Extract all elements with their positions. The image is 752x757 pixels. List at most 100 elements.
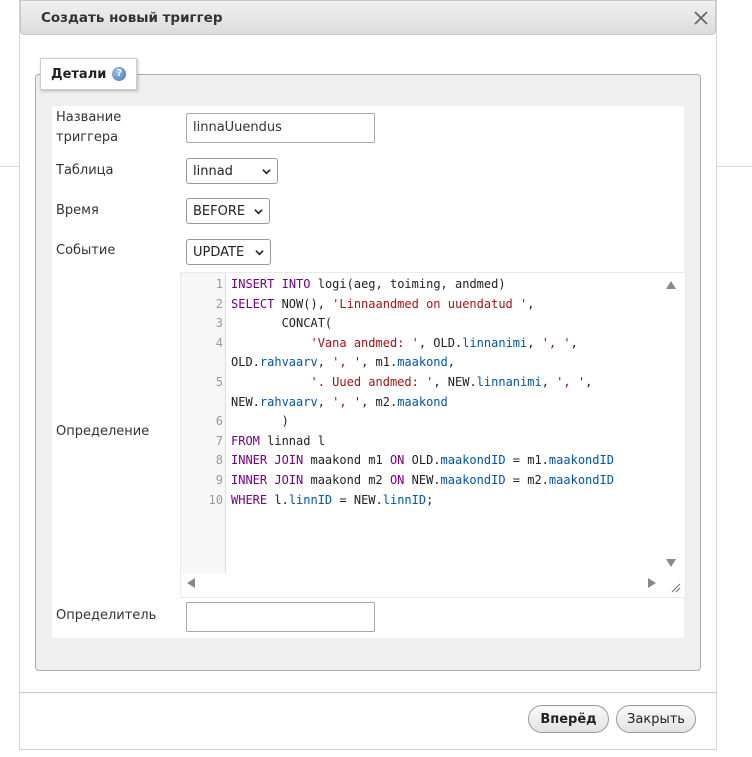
resize-handle-icon[interactable] <box>670 582 681 593</box>
code-token: SELECT <box>231 296 275 311</box>
code-token: OLD. <box>231 355 260 370</box>
event-label: Событие <box>56 243 116 258</box>
code-token: , <box>527 296 535 311</box>
code-line: NEW.rahvaarv, ', ', m2.maakond <box>231 393 448 413</box>
code-token: FROM <box>231 433 260 448</box>
dialog-title: Создать новый триггер <box>41 10 223 26</box>
code-token: linnID <box>382 492 427 507</box>
code-token: ) <box>231 414 289 429</box>
code-line: ) <box>231 412 289 432</box>
code-token: '. Uued andmed: ' <box>310 375 434 389</box>
code-token: linnanimi <box>462 335 528 350</box>
code-token: ; <box>426 492 434 507</box>
code-token: CONCAT( <box>231 316 333 331</box>
code-token: , <box>317 355 333 370</box>
code-line: CONCAT( <box>231 314 333 334</box>
code-token: , OLD. <box>418 335 463 350</box>
code-token: maakondID <box>548 453 614 468</box>
time-label: Время <box>56 203 99 218</box>
scroll-right-arrow-icon[interactable] <box>647 577 657 589</box>
scroll-up-arrow-icon[interactable] <box>665 280 677 290</box>
code-token: , m1. <box>361 355 398 370</box>
code-line: FROM linnad l <box>231 432 325 452</box>
line-number: 3 <box>215 316 223 331</box>
time-select-value: BEFORE <box>193 203 246 219</box>
code-token: INNER JOIN <box>231 453 304 468</box>
details-legend: Детали ? <box>40 58 138 90</box>
code-line: INSERT INTO logi(aeg, toiming, andmed) <box>231 275 506 295</box>
line-number: 1 <box>215 277 223 291</box>
close-icon[interactable] <box>691 8 711 28</box>
code-token: , <box>527 335 542 350</box>
line-number: 7 <box>215 433 223 448</box>
code-token: rahvaarv <box>259 355 318 370</box>
trigger-name-label: Название триггера <box>56 110 122 145</box>
next-button[interactable]: Вперёд <box>528 705 609 733</box>
code-line: 'Vana andmed: ', OLD.linnanimi, ', ', <box>231 334 577 354</box>
code-token: , NEW. <box>433 375 477 389</box>
code-token: = NEW. <box>332 492 383 507</box>
code-line: OLD.rahvaarv, ', ', m1.maakond, <box>231 353 455 373</box>
line-number: 6 <box>215 414 223 429</box>
code-token: , <box>447 355 455 370</box>
event-select[interactable]: UPDATE <box>186 239 271 265</box>
code-token: INNER JOIN <box>231 473 304 487</box>
background-divider-left <box>0 166 19 167</box>
scroll-left-arrow-icon[interactable] <box>186 577 196 589</box>
chevron-down-icon <box>254 208 263 214</box>
line-number: 5 <box>215 375 223 389</box>
dialog-titlebar: Создать новый триггер <box>20 0 716 35</box>
line-number: 2 <box>215 296 223 311</box>
line-number: 4 <box>215 335 223 350</box>
code-token: , m2. <box>361 394 398 409</box>
code-token: linnID <box>288 492 333 507</box>
code-token: INTO <box>281 277 311 291</box>
definer-label: Определитель <box>56 608 157 623</box>
code-token: 'Linnaandmed on uuendatud ' <box>332 296 528 311</box>
code-token: ON <box>389 473 405 487</box>
code-token: = m1. <box>505 453 549 468</box>
code-token: linnad l <box>259 433 325 448</box>
code-line: INNER JOIN maakond m2 ON NEW.maakondID =… <box>231 471 614 491</box>
definer-input[interactable] <box>186 602 375 632</box>
chevron-down-icon <box>262 168 271 174</box>
definition-code-editor[interactable]: 1 INSERT INTO logi(aeg, toiming, andmed) 2… <box>180 272 686 598</box>
code-token: NOW(), <box>274 296 333 311</box>
code-token: NEW. <box>404 473 441 487</box>
code-token: , <box>317 394 333 409</box>
code-line: SELECT NOW(), 'Linnaandmed on uuendatud … <box>231 295 534 315</box>
details-legend-label: Детали <box>51 66 107 82</box>
code-line: WHERE l.linnID = NEW.linnID; <box>231 491 433 511</box>
code-token: maakondID <box>440 453 506 468</box>
scroll-down-arrow-icon[interactable] <box>665 558 677 568</box>
event-select-value: UPDATE <box>193 244 245 260</box>
help-icon[interactable]: ? <box>112 67 127 81</box>
trigger-name-input[interactable]: linnaUuendus <box>186 113 375 143</box>
code-token: maakond m1 <box>303 453 390 468</box>
line-number: 10 <box>208 492 223 507</box>
close-button[interactable]: Закрыть <box>616 705 696 733</box>
code-token: WHERE <box>231 492 268 507</box>
code-token: OLD. <box>404 453 441 468</box>
definition-label: Определение <box>56 424 150 439</box>
background-divider-right <box>717 166 752 167</box>
create-trigger-dialog: Создать новый триггер Детали ? Название … <box>19 0 717 750</box>
code-token: l. <box>267 492 289 507</box>
code-token: 'Vana andmed: ' <box>310 335 419 350</box>
footer-divider <box>20 692 716 693</box>
code-token: NEW. <box>231 394 260 409</box>
code-token: ON <box>389 453 405 468</box>
table-select-value: linnad <box>193 163 233 179</box>
code-line: INNER JOIN maakond m1 ON OLD.maakondID =… <box>231 451 614 471</box>
code-token: maakond m2 <box>303 473 390 487</box>
time-select[interactable]: BEFORE <box>186 198 270 224</box>
code-token: , <box>585 375 593 389</box>
table-select[interactable]: linnad <box>186 158 278 184</box>
line-number: 8 <box>215 453 223 468</box>
chevron-down-icon <box>255 249 264 255</box>
code-token: logi(aeg, toiming, andmed) <box>310 277 506 291</box>
code-token: maakondID <box>548 473 614 487</box>
